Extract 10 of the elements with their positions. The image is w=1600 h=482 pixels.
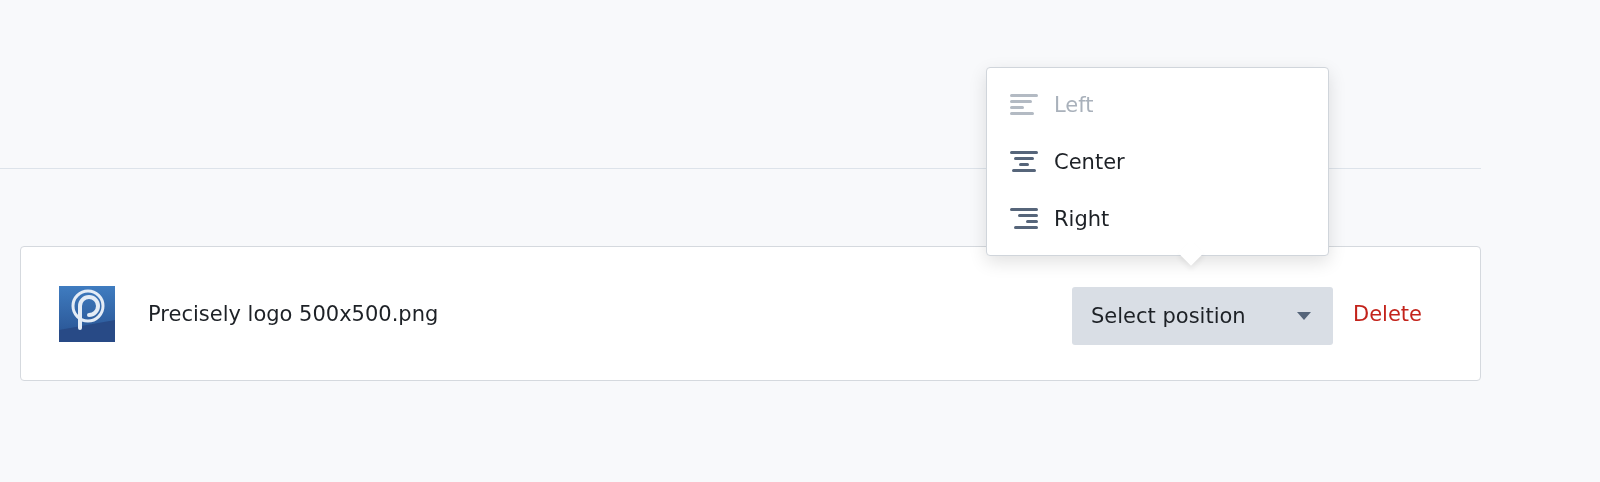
- align-icon: [1010, 149, 1038, 174]
- menu-item[interactable]: Center: [987, 133, 1328, 190]
- position-dropdown[interactable]: Select position: [1072, 286, 1333, 345]
- file-name: Precisely logo 500x500.png: [148, 301, 439, 326]
- menu-item[interactable]: Right: [987, 190, 1328, 247]
- align-icon: [1010, 206, 1038, 231]
- caret-icon: [1297, 311, 1311, 320]
- delete-link[interactable]: Delete: [1353, 301, 1422, 326]
- pin-logo-icon: [59, 285, 115, 342]
- align-icon: [1010, 92, 1038, 117]
